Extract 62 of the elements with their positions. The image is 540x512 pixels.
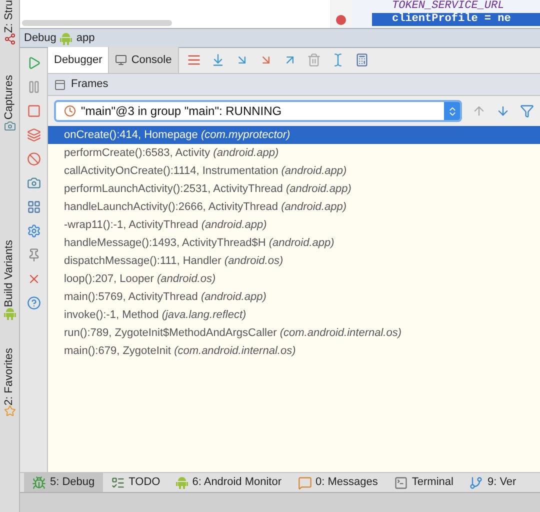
- android-icon: [4, 306, 16, 320]
- stack-frame[interactable]: handleLaunchActivity():2666, ActivityThread (android.app): [48, 198, 540, 216]
- layout-icon[interactable]: [26, 200, 40, 214]
- help-icon[interactable]: [26, 296, 40, 310]
- tool-window-tab[interactable]: 9: Ver: [461, 473, 524, 492]
- bug-icon[interactable]: [32, 476, 46, 490]
- stack-frame[interactable]: -wrap11():-1, ActivityThread (android.app): [48, 216, 540, 234]
- branch-icon[interactable]: [469, 476, 484, 490]
- config-name: app: [76, 30, 95, 46]
- mute-icon[interactable]: [26, 152, 40, 166]
- settings-icon[interactable]: [26, 224, 40, 238]
- list-icon[interactable]: [110, 476, 125, 490]
- panel-tab[interactable]: Console: [109, 47, 179, 73]
- stack-frame[interactable]: invoke():-1, Method (java.lang.reflect): [48, 306, 540, 324]
- tool-window-tab[interactable]: 6: Android Monitor: [168, 473, 290, 492]
- down-arrow-icon[interactable]: [496, 104, 510, 118]
- code-line: TOKEN_SERVICE_URL: [391, 0, 506, 12]
- camera-icon[interactable]: [26, 176, 40, 190]
- horizontal-scrollbar[interactable]: [22, 20, 172, 26]
- android-icon: [176, 476, 188, 489]
- evaluate-icon[interactable]: [354, 53, 369, 67]
- frames-title: Frames: [71, 77, 108, 92]
- message-icon[interactable]: [298, 476, 312, 490]
- structure-icon[interactable]: [4, 33, 16, 46]
- star-icon[interactable]: [4, 405, 16, 418]
- pause-icon[interactable]: [26, 80, 40, 94]
- side-tool-tab[interactable]: Captures: [1, 75, 18, 120]
- pin-icon[interactable]: [26, 248, 40, 262]
- terminal-icon[interactable]: [394, 476, 408, 490]
- frames-icon[interactable]: [54, 78, 66, 90]
- stop-icon[interactable]: [26, 104, 40, 118]
- side-tool-tab[interactable]: Z: Stru: [1, 0, 18, 34]
- panel-title: Debug: [24, 30, 56, 46]
- tool-window-tab[interactable]: TODO: [102, 473, 168, 492]
- stack-frame[interactable]: run():789, ZygoteInit$MethodAndArgsCaller (com.android.internal.os): [48, 324, 540, 342]
- side-tool-tab[interactable]: Build Variants: [1, 240, 18, 307]
- resume-icon[interactable]: [26, 56, 40, 70]
- tool-window-tab[interactable]: Terminal: [386, 473, 462, 492]
- thread-icon[interactable]: [64, 105, 76, 117]
- tool-window-tab[interactable]: 5: Debug: [24, 473, 103, 492]
- stack-frame[interactable]: callActivityOnCreate():1114, Instrumentation (android.app): [48, 162, 540, 180]
- stack-frame[interactable]: loop():207, Looper (android.os): [48, 270, 540, 288]
- execution-point-icon[interactable]: [186, 53, 201, 67]
- tool-window-tab[interactable]: 0: Messages: [290, 473, 386, 492]
- filter-icon[interactable]: [520, 104, 534, 118]
- stack-frame[interactable]: handleMessage():1493, ActivityThread$H (android.app): [48, 234, 540, 252]
- stack-frame[interactable]: performCreate():6583, Activity (android.app): [48, 144, 540, 162]
- camera-icon[interactable]: [4, 120, 16, 132]
- stack-frame[interactable]: performLaunchActivity():2531, ActivityThread (android.app): [48, 180, 540, 198]
- stack-frame[interactable]: main():5769, ActivityThread (android.app): [48, 288, 540, 306]
- stack-frame[interactable]: dispatchMessage():111, Handler (android.os): [48, 252, 540, 270]
- drop-frame-icon[interactable]: [306, 53, 321, 67]
- step-over-icon[interactable]: [210, 53, 225, 67]
- up-arrow-icon[interactable]: [472, 104, 486, 118]
- stack-frame[interactable]: onCreate():414, Homepage (com.myprotector): [48, 126, 540, 144]
- stack-frame[interactable]: main():679, ZygoteInit (com.android.internal.os): [48, 342, 540, 360]
- console-icon: [115, 54, 128, 66]
- side-tool-tab[interactable]: 2: Favorites: [1, 348, 18, 406]
- breakpoints-icon[interactable]: [26, 128, 40, 142]
- panel-tab[interactable]: Debugger: [48, 47, 110, 73]
- thread-dropdown[interactable]: "main"@3 in group "main": RUNNING: [54, 100, 462, 122]
- android-icon: [60, 32, 72, 44]
